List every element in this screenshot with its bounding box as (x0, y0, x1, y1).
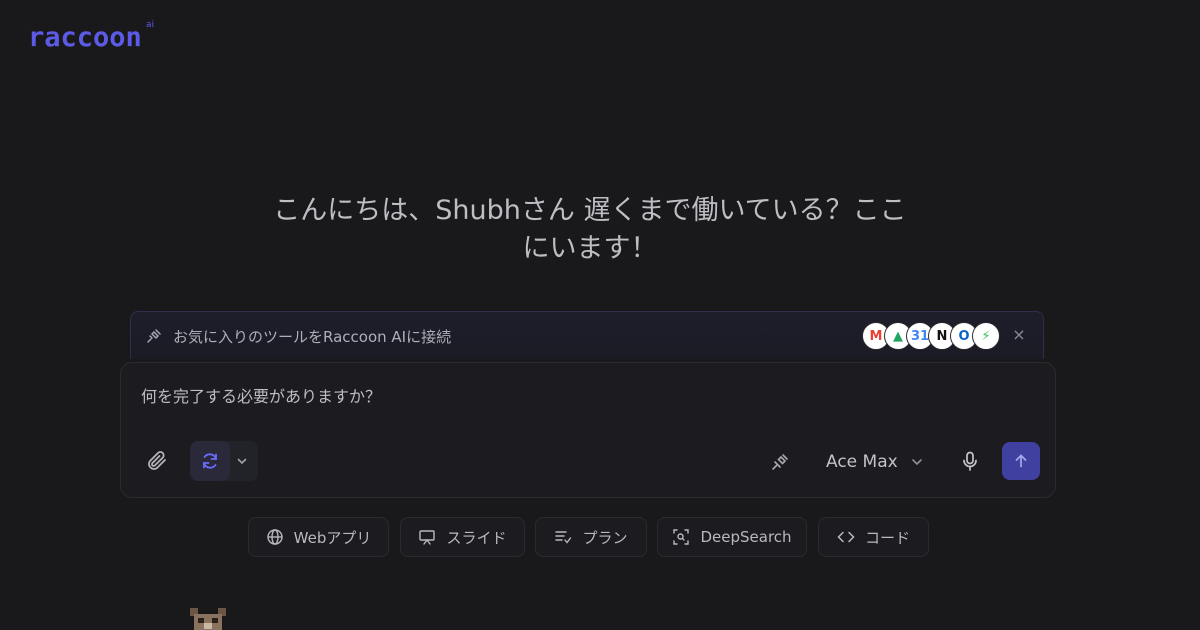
plug-icon (147, 329, 161, 343)
zap-icon: ⚡ (972, 322, 1000, 350)
prompt-input[interactable]: 何を完了する必要がありますか？ (141, 383, 1021, 407)
greeting-line-2: にいます！ (522, 233, 658, 264)
model-selector[interactable]: Ace Max (826, 452, 924, 472)
model-name: Ace Max (826, 452, 898, 472)
arrow-up-icon (1015, 454, 1027, 468)
plan-list-icon (555, 531, 572, 544)
globe-icon (266, 529, 283, 545)
chip-label: プラン (582, 528, 628, 547)
send-button[interactable] (1002, 442, 1040, 480)
chip-deepsearch[interactable]: DeepSearch (657, 517, 807, 557)
chip-plan[interactable]: プラン (535, 517, 647, 557)
deep-search-icon (673, 529, 690, 545)
greeting-line-1: こんにちは、Shubhさん 遅くまで働いている？ここ (273, 195, 907, 226)
presentation-icon (419, 530, 436, 545)
chip-code[interactable]: コード (818, 517, 929, 557)
refresh-mode-button[interactable] (190, 441, 230, 481)
composer: 何を完了する必要がありますか？ Ace Max (120, 362, 1056, 498)
microphone-icon[interactable] (959, 450, 981, 472)
chip-label: DeepSearch (700, 528, 792, 546)
paperclip-icon[interactable] (145, 449, 169, 473)
greeting-heading: こんにちは、Shubhさん 遅くまで働いている？ここ にいます！ (230, 192, 950, 268)
banner-text: お気に入りのツールをRaccoon AIに接続 (173, 328, 452, 346)
mode-selector[interactable] (190, 441, 258, 481)
chip-label: コード (864, 528, 910, 547)
chip-label: スライド (446, 528, 507, 547)
connect-tools-banner[interactable]: お気に入りのツールをRaccoon AIに接続 M ▲ 31 N O ⚡ × (130, 311, 1044, 359)
raccoon-mascot-icon (188, 604, 228, 630)
logo-superscript: ai (146, 20, 155, 30)
chevron-down-icon[interactable] (234, 453, 250, 469)
connector-plug-icon[interactable] (769, 451, 791, 473)
chevron-down-icon (911, 459, 922, 466)
chip-slides[interactable]: スライド (400, 517, 525, 557)
chip-web-app[interactable]: Webアプリ (248, 517, 389, 557)
logo-text: raccoon (28, 22, 142, 53)
code-icon (837, 531, 855, 543)
banner-close-button[interactable]: × (1009, 325, 1029, 345)
refresh-icon (203, 453, 217, 469)
chip-label: Webアプリ (293, 528, 372, 547)
